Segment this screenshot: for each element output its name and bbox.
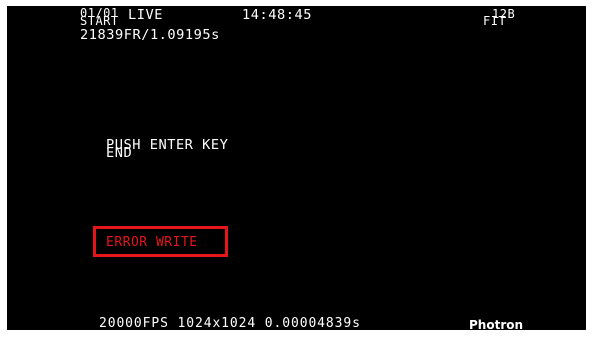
start-label: START [80,14,119,28]
end-label: END [106,146,133,161]
clock-time: 14:48:45 [242,8,312,23]
brand-logo: Photron [469,318,524,330]
mode-label: LIVE [128,8,163,23]
frame-info: 21839FR/1.09195s [80,28,220,43]
recording-info: 20000FPS 1024x1024 0.00004839s [99,316,361,330]
error-message: ERROR WRITE [106,235,198,250]
fit-label: FIT [483,14,507,28]
error-highlight-box: ERROR WRITE [93,226,228,257]
camera-viewer-screen: 01/01 START LIVE 14:48:45 21839FR/1.0919… [7,6,586,330]
